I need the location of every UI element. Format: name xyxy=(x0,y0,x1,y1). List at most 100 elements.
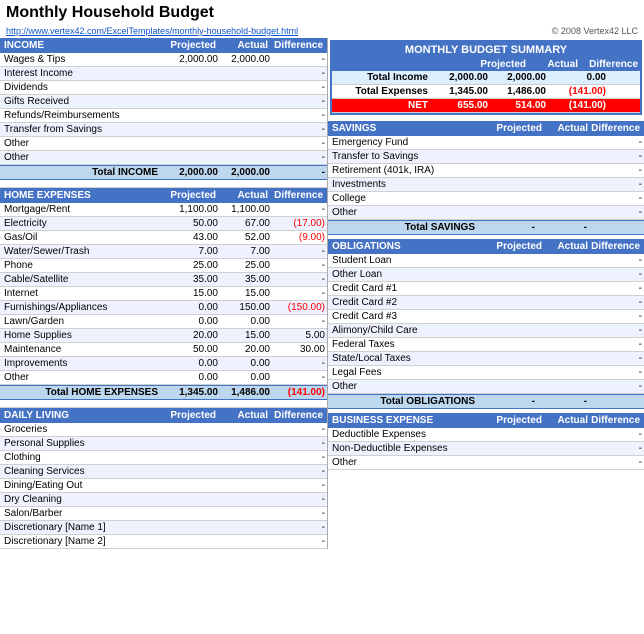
table-row: State/Local Taxes- xyxy=(328,352,644,366)
summary-rows: Total Income2,000.002,000.000.00Total Ex… xyxy=(332,71,640,113)
row-diff: - xyxy=(589,456,644,469)
summary-row-label: NET xyxy=(332,99,432,112)
daily-living-rows: Groceries-Personal Supplies-Clothing-Cle… xyxy=(0,423,327,549)
row-label: Personal Supplies xyxy=(0,437,162,450)
row-projected xyxy=(479,344,537,346)
table-row: Clothing- xyxy=(0,451,327,465)
row-actual xyxy=(220,143,272,145)
row-projected xyxy=(479,386,537,388)
business-expense-title: BUSINESS EXPENSE xyxy=(332,415,484,426)
table-row: Internet15.0015.00- xyxy=(0,287,327,301)
row-actual xyxy=(220,499,272,501)
row-projected xyxy=(479,212,537,214)
row-actual xyxy=(220,101,272,103)
row-projected: 7.00 xyxy=(162,245,220,258)
row-diff: - xyxy=(272,95,327,108)
row-actual xyxy=(537,330,589,332)
row-diff: - xyxy=(589,268,644,281)
row-label: Cable/Satellite xyxy=(0,273,162,286)
row-diff: - xyxy=(272,287,327,300)
summary-actual-col: Actual xyxy=(526,59,578,70)
table-row: Salon/Barber- xyxy=(0,507,327,521)
row-label: College xyxy=(328,192,479,205)
row-diff: - xyxy=(272,507,327,520)
obligations-total-actual: - xyxy=(537,395,589,408)
row-projected: 43.00 xyxy=(162,231,220,244)
income-total-row: Total INCOME 2,000.00 2,000.00 - xyxy=(0,165,327,180)
income-projected-col: Projected xyxy=(158,40,216,51)
row-label: Other xyxy=(328,206,479,219)
summary-row-diff: (141.00) xyxy=(548,85,608,98)
row-actual: 0.00 xyxy=(220,315,272,328)
home-total-diff: (141.00) xyxy=(272,386,327,399)
row-projected xyxy=(162,129,220,131)
row-projected xyxy=(162,87,220,89)
row-actual xyxy=(220,129,272,131)
savings-total-actual: - xyxy=(537,221,589,234)
row-label: Federal Taxes xyxy=(328,338,479,351)
row-diff: - xyxy=(272,53,327,66)
row-diff: - xyxy=(272,67,327,80)
table-row: Non-Deductible Expenses- xyxy=(328,442,644,456)
row-actual xyxy=(537,260,589,262)
table-row: Federal Taxes- xyxy=(328,338,644,352)
home-total-row: Total HOME EXPENSES 1,345.00 1,486.00 (1… xyxy=(0,385,327,400)
summary-row-projected: 655.00 xyxy=(432,99,490,112)
summary-section: MONTHLY BUDGET SUMMARY Projected Actual … xyxy=(330,40,642,115)
income-section: INCOME Projected Actual Difference Wages… xyxy=(0,38,327,188)
home-projected-col: Projected xyxy=(158,190,216,201)
row-diff: - xyxy=(272,371,327,384)
table-row: Other Loan- xyxy=(328,268,644,282)
row-label: Alimony/Child Care xyxy=(328,324,479,337)
row-label: Gas/Oil xyxy=(0,231,162,244)
row-actual xyxy=(220,457,272,459)
row-diff: - xyxy=(589,352,644,365)
row-actual xyxy=(220,471,272,473)
row-label: Furnishings/Appliances xyxy=(0,301,162,314)
row-projected xyxy=(162,429,220,431)
row-label: Emergency Fund xyxy=(328,136,479,149)
row-actual: 67.00 xyxy=(220,217,272,230)
row-projected xyxy=(479,372,537,374)
savings-header: SAVINGS Projected Actual Difference xyxy=(328,121,644,136)
table-row: Dining/Eating Out- xyxy=(0,479,327,493)
table-row: Discretionary [Name 2]- xyxy=(0,535,327,549)
summary-row-projected: 2,000.00 xyxy=(432,71,490,84)
row-projected xyxy=(479,302,537,304)
row-actual xyxy=(537,198,589,200)
row-diff: - xyxy=(589,428,644,441)
link-row: http://www.vertex42.com/ExcelTemplates/m… xyxy=(0,24,644,38)
row-label: Credit Card #1 xyxy=(328,282,479,295)
row-label: Maintenance xyxy=(0,343,162,356)
row-diff: - xyxy=(272,259,327,272)
table-row: College- xyxy=(328,192,644,206)
row-projected xyxy=(162,457,220,459)
home-actual-col: Actual xyxy=(216,190,268,201)
income-title: INCOME xyxy=(4,40,158,51)
row-actual xyxy=(537,344,589,346)
row-projected: 35.00 xyxy=(162,273,220,286)
row-label: Lawn/Garden xyxy=(0,315,162,328)
row-actual xyxy=(537,184,589,186)
home-expenses-header: HOME EXPENSES Projected Actual Differenc… xyxy=(0,188,327,203)
row-projected xyxy=(162,101,220,103)
home-total-projected: 1,345.00 xyxy=(162,386,220,399)
income-rows: Wages & Tips2,000.002,000.00-Interest In… xyxy=(0,53,327,165)
row-label: Credit Card #2 xyxy=(328,296,479,309)
row-actual xyxy=(220,485,272,487)
row-label: Deductible Expenses xyxy=(328,428,479,441)
table-row: Improvements0.000.00- xyxy=(0,357,327,371)
table-row: Other- xyxy=(328,456,644,470)
row-projected: 0.00 xyxy=(162,371,220,384)
table-row: Other- xyxy=(0,151,327,165)
row-diff: - xyxy=(589,282,644,295)
summary-row-actual: 514.00 xyxy=(490,99,548,112)
row-actual: 2,000.00 xyxy=(220,53,272,66)
row-label: Internet xyxy=(0,287,162,300)
row-label: Mortgage/Rent xyxy=(0,203,162,216)
row-actual: 7.00 xyxy=(220,245,272,258)
table-row: Investments- xyxy=(328,178,644,192)
row-diff: - xyxy=(272,151,327,164)
table-row: Wages & Tips2,000.002,000.00- xyxy=(0,53,327,67)
template-link[interactable]: http://www.vertex42.com/ExcelTemplates/m… xyxy=(6,26,298,36)
